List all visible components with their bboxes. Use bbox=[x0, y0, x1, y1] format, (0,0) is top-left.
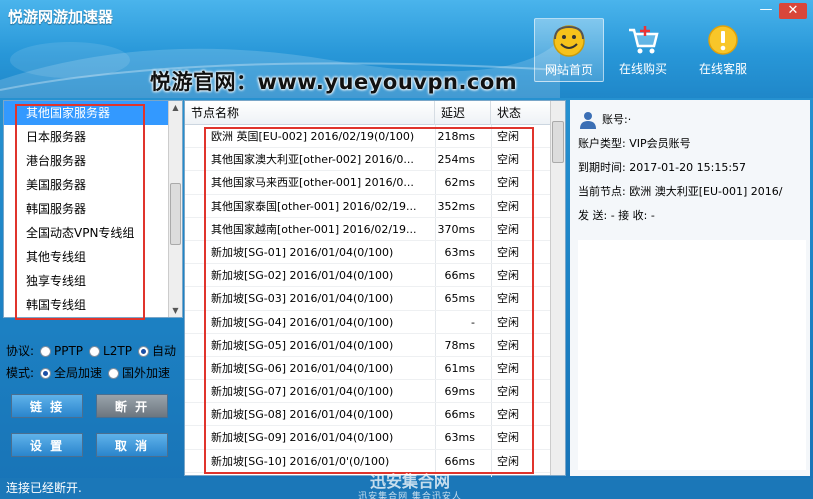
radio-label: PPTP bbox=[54, 344, 84, 358]
site-stamp-logo: 迅安集合网 迅安集合网 集合迅安人 bbox=[330, 468, 490, 499]
column-header-latency[interactable]: 延迟 bbox=[435, 101, 491, 125]
account-panel: 账号:· 账户类型: VIP会员账号 到期时间: 2017-01-20 15:1… bbox=[570, 100, 810, 476]
window-controls: — ✕ bbox=[755, 3, 807, 19]
scroll-down-icon[interactable]: ▼ bbox=[169, 304, 182, 317]
disconnect-button[interactable]: 断 开 bbox=[96, 394, 168, 418]
website-watermark: 悦游官网：www.yueyouvpn.com bbox=[150, 70, 518, 94]
alert-icon bbox=[708, 25, 738, 55]
server-list-scrollbar[interactable]: ▲ ▼ bbox=[168, 101, 182, 317]
mode-global-radio[interactable]: 全局加速 bbox=[40, 362, 102, 384]
mode-overseas-radio[interactable]: 国外加速 bbox=[108, 362, 170, 384]
cancel-button[interactable]: 取 消 bbox=[96, 433, 168, 457]
scrollbar-thumb[interactable] bbox=[552, 121, 564, 163]
close-button[interactable]: ✕ bbox=[779, 3, 807, 19]
info-area bbox=[578, 240, 806, 470]
account-expiry: 到期时间: 2017-01-20 15:15:57 bbox=[578, 161, 747, 174]
radio-label: 自动 bbox=[151, 344, 176, 358]
protocol-row: 协议: PPTP L2TP 自动 bbox=[6, 340, 186, 362]
radio-off-icon bbox=[40, 345, 51, 357]
stamp-sub: 迅安集合网 集合迅安人 bbox=[358, 492, 462, 499]
mode-label: 模式: bbox=[6, 366, 35, 380]
radio-label: 全局加速 bbox=[54, 366, 103, 380]
options-panel: 协议: PPTP L2TP 自动 模式: 全局加速 国外加速 bbox=[6, 340, 186, 384]
radio-off-icon bbox=[108, 367, 120, 379]
radio-on-icon bbox=[137, 345, 149, 357]
header: 悦游网游加速器 — ✕ 悦游官网：www.yueyouvpn.com 网站首页 … bbox=[0, 0, 813, 98]
highlight-box-server-groups bbox=[15, 104, 145, 320]
minimize-button[interactable]: — bbox=[755, 3, 777, 19]
nav-home-button[interactable]: 网站首页 bbox=[534, 18, 604, 82]
nav-home-label: 网站首页 bbox=[544, 63, 593, 77]
radio-label: 国外加速 bbox=[122, 366, 171, 380]
radio-label: L2TP bbox=[103, 344, 132, 358]
protocol-pptp-radio[interactable]: PPTP bbox=[40, 340, 83, 362]
radio-on-icon bbox=[40, 367, 51, 379]
connect-button[interactable]: 链 接 bbox=[11, 394, 83, 418]
scrollbar-thumb[interactable] bbox=[170, 183, 181, 245]
account-info: 账号:· 账户类型: VIP会员账号 到期时间: 2017-01-20 15:1… bbox=[578, 108, 808, 228]
protocol-auto-radio[interactable]: 自动 bbox=[137, 340, 176, 362]
cart-icon bbox=[629, 26, 659, 54]
protocol-label: 协议: bbox=[6, 344, 35, 358]
table-scrollbar[interactable] bbox=[550, 101, 565, 475]
nav-support-button[interactable]: 在线客服 bbox=[688, 18, 758, 82]
highlight-box-nodes bbox=[204, 127, 534, 474]
column-header-status[interactable]: 状态 bbox=[491, 101, 551, 125]
nav-buy-label: 在线购买 bbox=[618, 62, 667, 76]
current-node: 当前节点: 欧洲 澳大利亚[EU-001] 2016/ bbox=[578, 185, 783, 198]
mode-row: 模式: 全局加速 国外加速 bbox=[6, 362, 186, 384]
table-header: 节点名称 延迟 状态 bbox=[185, 101, 551, 125]
protocol-l2tp-radio[interactable]: L2TP bbox=[89, 340, 132, 362]
radio-off-icon bbox=[89, 345, 101, 357]
traffic-info: 发 送: - 接 收: - bbox=[578, 209, 655, 222]
account-name: 账号:· bbox=[602, 113, 632, 126]
user-icon bbox=[580, 112, 596, 129]
app-window: 悦游网游加速器 — ✕ 悦游官网：www.yueyouvpn.com 网站首页 … bbox=[0, 0, 813, 499]
smiley-icon bbox=[553, 25, 585, 57]
nav-support-label: 在线客服 bbox=[698, 62, 747, 76]
account-type: 账户类型: VIP会员账号 bbox=[578, 137, 691, 150]
scroll-up-icon[interactable]: ▲ bbox=[169, 101, 182, 114]
account-row: 账号:· bbox=[578, 108, 808, 132]
settings-button[interactable]: 设 置 bbox=[11, 433, 83, 457]
nav-buy-button[interactable]: 在线购买 bbox=[608, 18, 678, 82]
app-title: 悦游网游加速器 bbox=[8, 8, 114, 26]
column-header-name[interactable]: 节点名称 bbox=[185, 101, 435, 125]
